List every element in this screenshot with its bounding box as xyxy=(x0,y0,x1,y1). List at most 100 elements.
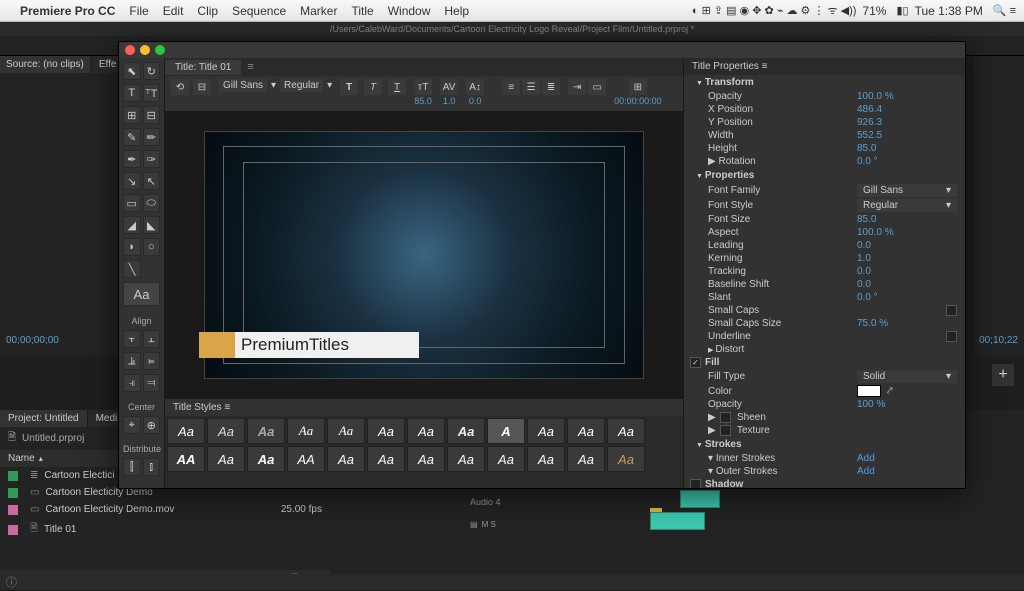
rotate-tool[interactable]: ↻ xyxy=(143,62,161,80)
italic-icon[interactable]: T xyxy=(364,79,382,95)
status-icons[interactable]: ◐ ⊞ ⇪ ▤ ◉ ✥ ✿ ⌁ ☁ ⚙ ⋮ ᯤ ◀)) xyxy=(692,3,857,18)
prop-x-position[interactable]: 486.4 xyxy=(857,104,957,115)
toolbar-size[interactable]: 85.0 xyxy=(414,96,432,106)
title-style-swatch[interactable]: Aa xyxy=(607,446,645,472)
menu-sequence[interactable]: Sequence xyxy=(232,4,286,18)
project-tab[interactable]: Project: Untitled xyxy=(0,410,87,427)
project-item[interactable]: ▭Cartoon Electicity Demo.mov25.00 fps xyxy=(0,501,330,518)
add-inner-stroke[interactable]: Add xyxy=(857,453,957,464)
title-style-swatch[interactable]: Aa xyxy=(447,418,485,444)
prop-kerning[interactable]: 1.0 xyxy=(857,253,957,264)
timeline-clip-audio2[interactable] xyxy=(650,512,705,530)
prop-baseline-shift[interactable]: 0.0 xyxy=(857,279,957,290)
label-color-swatch[interactable] xyxy=(8,488,18,498)
vertical-area-type-tool[interactable]: ⊟ xyxy=(143,106,161,124)
align-c1[interactable]: ⫣ xyxy=(123,374,141,392)
prop-leading[interactable]: 0.0 xyxy=(857,240,957,251)
add-button[interactable]: + xyxy=(992,364,1014,386)
align-v2[interactable]: ⫢ xyxy=(143,352,161,370)
title-text-element[interactable]: PremiumTitles xyxy=(199,332,419,358)
toolbar-kerning[interactable]: 1.0 xyxy=(443,96,456,106)
section-transform[interactable]: Transform xyxy=(684,75,965,90)
menu-help[interactable]: Help xyxy=(444,4,469,18)
prop-sheen-checkbox[interactable] xyxy=(720,412,731,423)
spotlight-icon[interactable]: 🔍 ≡ xyxy=(993,4,1016,17)
label-color-swatch[interactable] xyxy=(8,525,18,535)
toolbar-timecode[interactable]: 00:00:00:00 xyxy=(614,96,662,106)
panel-menu-icon[interactable]: ≡ xyxy=(241,61,259,73)
ellipse-tool[interactable]: ○ xyxy=(143,238,161,256)
toolbar-font-family[interactable]: Gill Sans xyxy=(219,79,267,92)
selection-tool[interactable]: ⬉ xyxy=(123,62,141,80)
prop-height[interactable]: 85.0 xyxy=(857,143,957,154)
title-style-swatch[interactable]: Aa xyxy=(207,418,245,444)
kerning-icon[interactable]: AV xyxy=(440,79,458,95)
align-v1[interactable]: ⫡ xyxy=(123,352,141,370)
prop-font-family[interactable]: Gill Sans▾ xyxy=(857,184,957,197)
prop-small-caps-checkbox[interactable] xyxy=(946,305,957,316)
add-anchor-tool[interactable]: ✑ xyxy=(143,150,161,168)
minimize-icon[interactable] xyxy=(140,45,150,55)
template-icon[interactable]: ⊟ xyxy=(193,79,211,95)
prop-color-swatch[interactable] xyxy=(857,385,881,397)
clipped-rect-tool[interactable]: ◢ xyxy=(123,216,141,234)
dist-v[interactable]: ⫾ xyxy=(143,458,161,476)
title-style-swatch[interactable]: Aa xyxy=(607,418,645,444)
align-left-icon[interactable]: ≡ xyxy=(502,79,520,95)
title-style-swatch[interactable]: Aa xyxy=(367,418,405,444)
clock[interactable]: Tue 1:38 PM xyxy=(915,4,983,18)
prop-tracking[interactable]: 0.0 xyxy=(857,266,957,277)
menu-title[interactable]: Title xyxy=(351,4,373,18)
title-style-swatch[interactable]: Aa xyxy=(527,446,565,472)
title-style-swatch[interactable]: Aa xyxy=(567,446,605,472)
prop-fill-type[interactable]: Solid▾ xyxy=(857,370,957,383)
prop-fill-checkbox[interactable] xyxy=(690,357,701,368)
timeline-clip-audio1[interactable] xyxy=(680,490,720,508)
title-style-swatch[interactable]: Aa xyxy=(407,446,445,472)
section-strokes[interactable]: Strokes xyxy=(684,437,965,452)
title-style-swatch[interactable]: Aa xyxy=(447,446,485,472)
menu-marker[interactable]: Marker xyxy=(300,4,337,18)
eyedropper-icon[interactable]: ⤤ xyxy=(887,386,893,397)
title-style-swatch[interactable]: Aa xyxy=(327,418,365,444)
wedge-tool[interactable]: ◣ xyxy=(143,216,161,234)
prop-width[interactable]: 552.5 xyxy=(857,130,957,141)
prop-font-size[interactable]: 85.0 xyxy=(857,214,957,225)
type-tool[interactable]: T xyxy=(123,84,141,102)
dist-h[interactable]: ⫿ xyxy=(123,458,141,476)
title-style-swatch[interactable]: Aa xyxy=(247,446,285,472)
leading-icon[interactable]: A↕ xyxy=(466,79,484,95)
title-text-content[interactable]: PremiumTitles xyxy=(235,332,419,358)
menu-edit[interactable]: Edit xyxy=(163,4,184,18)
styles-menu-icon[interactable]: ≡ xyxy=(224,402,230,413)
source-tab[interactable]: Source: (no clips) xyxy=(0,56,90,73)
convert-anchor-tool[interactable]: ↖ xyxy=(143,172,161,190)
close-icon[interactable] xyxy=(125,45,135,55)
prop-aspect[interactable]: 100.0 % xyxy=(857,227,957,238)
size-icon[interactable]: тT xyxy=(414,79,432,95)
title-style-swatch[interactable]: Aa xyxy=(367,446,405,472)
pen-tool[interactable]: ✒ xyxy=(123,150,141,168)
title-style-swatch[interactable]: Aa xyxy=(207,446,245,472)
font-preview[interactable]: Aa xyxy=(123,282,160,306)
delete-anchor-tool[interactable]: ↘ xyxy=(123,172,141,190)
section-properties[interactable]: Properties xyxy=(684,168,965,183)
prop-fill-opacity[interactable]: 100 % xyxy=(857,399,957,410)
app-name[interactable]: Premiere Pro CC xyxy=(20,4,115,18)
prop-rotation[interactable]: 0.0 ° xyxy=(857,156,957,167)
align-h1[interactable]: ⫟ xyxy=(123,330,141,348)
align-c2[interactable]: ⫤ xyxy=(143,374,161,392)
title-styles-header[interactable]: Title Styles xyxy=(173,402,222,413)
title-canvas[interactable]: PremiumTitles xyxy=(204,131,644,379)
prop-underline-checkbox[interactable] xyxy=(946,331,957,342)
prop-texture-checkbox[interactable] xyxy=(720,425,731,436)
section-shadow[interactable]: Shadow xyxy=(705,479,743,488)
menu-window[interactable]: Window xyxy=(388,4,431,18)
vertical-type-tool[interactable]: ⸆T xyxy=(143,84,161,102)
project-item[interactable]: 🗎Title 01 xyxy=(0,518,330,541)
title-style-swatch[interactable]: Aa xyxy=(247,418,285,444)
show-video-icon[interactable]: ▭ xyxy=(588,79,606,95)
roll-crawl-icon[interactable]: ⟲ xyxy=(171,79,189,95)
title-style-swatch[interactable]: Aa xyxy=(527,418,565,444)
align-h2[interactable]: ⫠ xyxy=(143,330,161,348)
